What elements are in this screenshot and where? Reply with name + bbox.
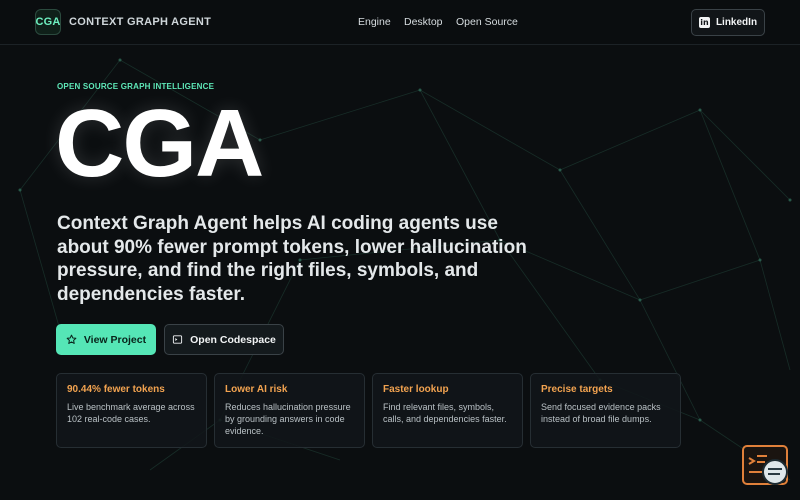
linkedin-label: LinkedIn: [715, 17, 758, 28]
top-navigation-bar: CGA CONTEXT GRAPH AGENT Engine Desktop O…: [0, 0, 800, 45]
nav-link-open-source[interactable]: Open Source: [456, 16, 518, 28]
feature-title: 90.44% fewer tokens: [67, 384, 165, 395]
view-project-label: View Project: [83, 333, 147, 346]
linkedin-icon: in: [698, 17, 710, 28]
open-codespace-label: Open Codespace: [190, 333, 276, 346]
hero-description: Context Graph Agent helps AI coding agen…: [57, 213, 527, 305]
nav-link-desktop[interactable]: Desktop: [404, 16, 443, 28]
open-codespace-button[interactable]: Open Codespace: [164, 324, 284, 355]
feature-text: Send focused evidence packs instead of b…: [541, 402, 661, 424]
chat-terminal-icon[interactable]: [742, 445, 790, 487]
brand-name[interactable]: CONTEXT GRAPH AGENT: [69, 16, 211, 28]
feature-title: Faster lookup: [383, 384, 449, 395]
terminal-icon: [173, 335, 183, 344]
hero-title: CGA: [55, 90, 264, 197]
feature-title: Precise targets: [541, 384, 613, 395]
linkedin-button[interactable]: in LinkedIn: [691, 9, 765, 36]
star-icon: [66, 334, 77, 344]
feature-card-tokens: 90.44% fewer tokens Live benchmark avera…: [56, 373, 207, 448]
feature-title: Lower AI risk: [225, 384, 288, 395]
feature-card-targets: Precise targets Send focused evidence pa…: [530, 373, 681, 448]
feature-text: Reduces hallucination pressure by ground…: [225, 402, 351, 436]
view-project-button[interactable]: View Project: [56, 324, 156, 355]
feature-card-ai-risk: Lower AI risk Reduces hallucination pres…: [214, 373, 365, 448]
logo-badge[interactable]: CGA: [35, 9, 61, 35]
feature-text: Live benchmark average across 102 real-c…: [67, 402, 195, 424]
nav-link-engine[interactable]: Engine: [358, 16, 391, 28]
feature-text: Find relevant files, symbols, calls, and…: [383, 402, 507, 424]
feature-card-lookup: Faster lookup Find relevant files, symbo…: [372, 373, 523, 448]
